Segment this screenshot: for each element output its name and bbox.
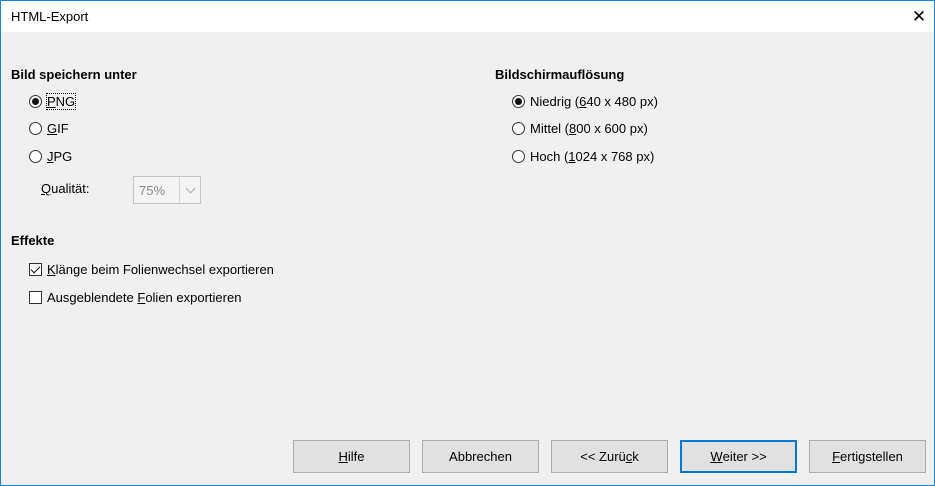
- checkbox-hidden-slides[interactable]: Ausgeblendete Folien exportieren: [29, 288, 241, 306]
- radio-label: PNG: [45, 92, 77, 110]
- checkbox-indicator[interactable]: [29, 262, 42, 276]
- quality-select[interactable]: 75%: [133, 176, 201, 204]
- checkbox-label: Ausgeblendete Folien exportieren: [47, 289, 242, 305]
- image-format-heading: Bild speichern unter: [11, 67, 137, 82]
- radio-label: GIF: [47, 120, 69, 136]
- radio-indicator[interactable]: [512, 149, 525, 163]
- radio-indicator[interactable]: [29, 149, 42, 163]
- resolution-heading: Bildschirmauflösung: [495, 67, 625, 82]
- help-button[interactable]: Hilfe: [293, 440, 410, 473]
- title-bar: HTML-Export ✕: [1, 1, 934, 32]
- quality-value: 75%: [139, 182, 166, 198]
- checkbox-indicator[interactable]: [29, 290, 42, 304]
- checkbox-transition-sounds[interactable]: Klänge beim Folienwechsel exportieren: [29, 260, 274, 278]
- radio-indicator[interactable]: [512, 121, 525, 135]
- back-button[interactable]: << Zurü c k: [551, 440, 668, 473]
- next-button[interactable]: Weiter >>: [680, 440, 797, 473]
- radio-resolution-low[interactable]: Niedrig (640 x 480 px): [512, 92, 658, 110]
- radio-label: JPG: [47, 148, 73, 164]
- effects-heading: Effekte: [11, 233, 55, 248]
- finish-button[interactable]: Fertigstellen: [809, 440, 926, 473]
- radio-label: Mittel (800 x 600 px): [530, 120, 648, 136]
- radio-resolution-medium[interactable]: Mittel (800 x 600 px): [512, 119, 648, 137]
- radio-indicator[interactable]: [29, 94, 42, 108]
- cancel-button[interactable]: Abbrechen: [422, 440, 539, 473]
- radio-resolution-high[interactable]: Hoch (1024 x 768 px): [512, 147, 654, 165]
- dialog-title: HTML-Export: [11, 9, 89, 24]
- close-icon[interactable]: ✕: [904, 1, 934, 32]
- html-export-dialog: HTML-Export ✕ Bild speichern unter PNG G…: [0, 0, 935, 486]
- radio-indicator[interactable]: [512, 94, 525, 108]
- radio-label: Hoch (1024 x 768 px): [530, 148, 655, 164]
- checkbox-label: Klänge beim Folienwechsel exportieren: [47, 261, 274, 277]
- radio-jpg[interactable]: JPG: [29, 147, 72, 165]
- radio-gif[interactable]: GIF: [29, 119, 69, 137]
- radio-label: Niedrig (640 x 480 px): [530, 93, 658, 109]
- chevron-down-icon[interactable]: [179, 177, 200, 203]
- radio-png[interactable]: PNG: [29, 92, 77, 110]
- quality-label: Qualität:: [41, 181, 90, 196]
- radio-indicator[interactable]: [29, 121, 42, 135]
